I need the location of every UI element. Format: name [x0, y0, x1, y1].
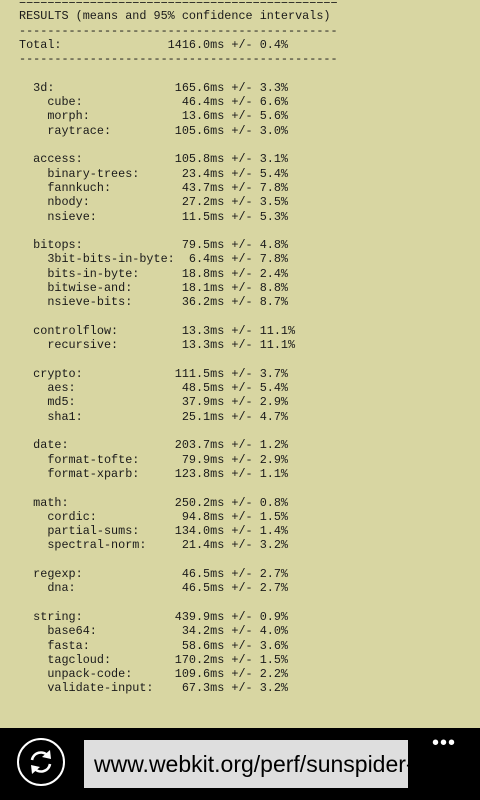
result-line: ----------------------------------------… — [19, 23, 338, 38]
result-line: tagcloud: 170.2ms +/- 1.5% — [19, 652, 289, 667]
result-line: bitops: 79.5ms +/- 4.8% — [19, 238, 289, 253]
result-line: sha1: 25.1ms +/- 4.7% — [19, 409, 289, 424]
result-line: base64: 34.2ms +/- 4.0% — [19, 624, 289, 639]
result-line: unpack-code: 109.6ms +/- 2.2% — [19, 667, 289, 682]
result-line: nsieve-bits: 36.2ms +/- 8.7% — [19, 295, 289, 310]
result-line: 3d: 165.6ms +/- 3.3% — [19, 80, 289, 95]
result-line: string: 439.9ms +/- 0.9% — [19, 609, 289, 624]
result-line: cordic: 94.8ms +/- 1.5% — [19, 509, 289, 524]
result-line: partial-sums: 134.0ms +/- 1.4% — [19, 524, 289, 539]
refresh-button[interactable] — [17, 738, 65, 786]
result-line: fasta: 58.6ms +/- 3.6% — [19, 638, 289, 653]
result-line: RESULTS (means and 95% confidence interv… — [19, 9, 331, 24]
result-line: spectral-norm: 21.4ms +/- 3.2% — [19, 538, 289, 553]
result-line: controlflow: 13.3ms +/- 11.1% — [19, 323, 296, 338]
result-line: crypto: 111.5ms +/- 3.7% — [19, 366, 289, 381]
result-line: format-tofte: 79.9ms +/- 2.9% — [19, 452, 289, 467]
result-line: dna: 46.5ms +/- 2.7% — [19, 581, 289, 596]
result-line: nsieve: 11.5ms +/- 5.3% — [19, 209, 289, 224]
result-line: recursive: 13.3ms +/- 11.1% — [19, 338, 296, 353]
result-line: access: 105.8ms +/- 3.1% — [19, 152, 289, 167]
result-line: bitwise-and: 18.1ms +/- 8.8% — [19, 281, 289, 295]
result-line: date: 203.7ms +/- 1.2% — [19, 438, 289, 453]
result-line: math: 250.2ms +/- 0.8% — [19, 495, 289, 510]
result-line: fannkuch: 43.7ms +/- 7.8% — [19, 180, 289, 195]
result-line: raytrace: 105.6ms +/- 3.0% — [19, 123, 289, 138]
result-line: format-xparb: 123.8ms +/- 1.1% — [19, 466, 289, 481]
more-menu-button[interactable]: ••• — [426, 733, 462, 753]
address-bar[interactable]: www.webkit.org/perf/sunspider-0.9.1/suns… — [84, 740, 408, 788]
result-line: aes: 48.5ms +/- 5.4% — [19, 381, 289, 396]
result-line: regexp: 46.5ms +/- 2.7% — [19, 567, 289, 581]
result-line: binary-trees: 23.4ms +/- 5.4% — [19, 166, 289, 181]
result-line: ----------------------------------------… — [19, 52, 338, 67]
result-line: bits-in-byte: 18.8ms +/- 2.4% — [19, 266, 289, 281]
result-line: ========================================… — [19, 0, 338, 9]
result-line: cube: 46.4ms +/- 6.6% — [19, 95, 289, 110]
refresh-icon — [30, 750, 52, 774]
result-line: nbody: 27.2ms +/- 3.5% — [19, 195, 289, 210]
page-content: ========================================… — [0, 0, 480, 728]
address-bar-url: www.webkit.org/perf/sunspider-0.9.1/suns… — [94, 751, 408, 777]
result-line: validate-input: 67.3ms +/- 3.2% — [19, 681, 289, 696]
result-line: Total: 1416.0ms +/- 0.4% — [19, 37, 289, 52]
result-line: morph: 13.6ms +/- 5.6% — [19, 109, 289, 124]
result-line: md5: 37.9ms +/- 2.9% — [19, 395, 289, 410]
result-line: 3bit-bits-in-byte: 6.4ms +/- 7.8% — [19, 252, 289, 267]
